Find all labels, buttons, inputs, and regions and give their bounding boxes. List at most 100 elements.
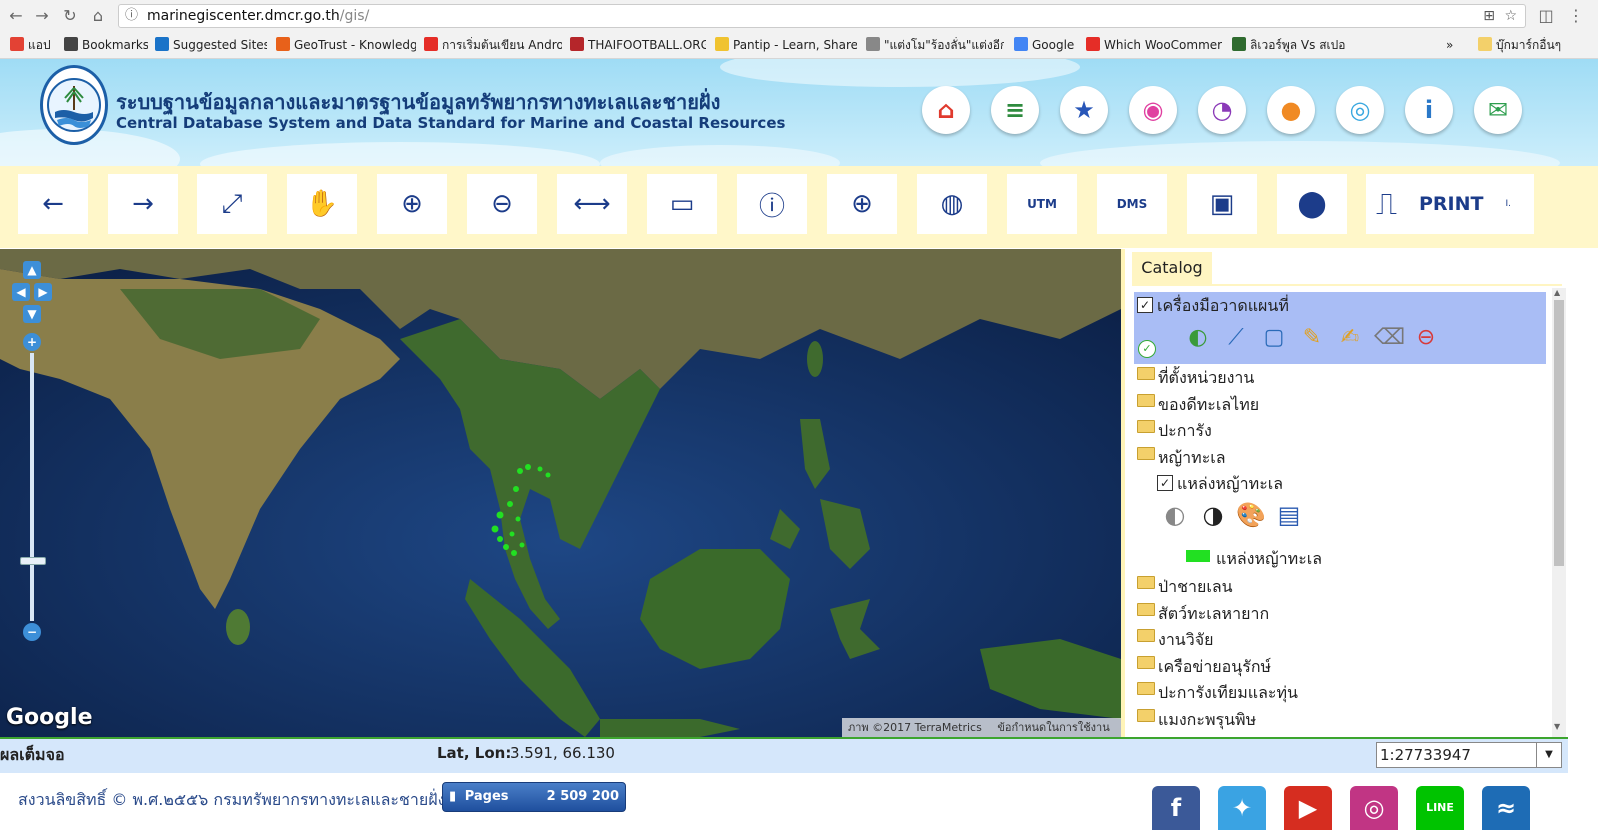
instagram-link[interactable]: ◎ xyxy=(1350,786,1398,830)
back-nav-icon[interactable]: ← xyxy=(6,6,26,26)
pan-hand-button[interactable]: ✋ xyxy=(287,174,357,234)
catalog-folder-item[interactable]: ปะการัง xyxy=(1137,419,1212,443)
draw-tools-checkbox[interactable]: ✓ xyxy=(1137,297,1153,313)
url-input[interactable]: ⓘ marinegiscenter.dmcr.go.th/gis/ ⊞ ☆ xyxy=(118,4,1526,28)
map-image-button[interactable]: ▣ xyxy=(1187,174,1257,234)
bookmark-item[interactable]: Bookmarks xyxy=(64,37,148,53)
catalog-folder-item[interactable]: ของดีทะเลไทย xyxy=(1137,393,1259,417)
zoom-slider-handle[interactable] xyxy=(20,557,46,565)
full-extent-button[interactable]: ⤢ xyxy=(197,174,267,234)
compass-button[interactable]: ◎ xyxy=(1336,86,1384,134)
youtube-link[interactable]: ▶ xyxy=(1284,786,1332,830)
bookmark-item[interactable]: Google xyxy=(1014,37,1078,53)
user-button[interactable]: ● xyxy=(1267,86,1315,134)
extension-icon[interactable]: ◫ xyxy=(1536,6,1556,26)
zoom-in-button[interactable]: + xyxy=(23,333,41,351)
opacity-up-icon[interactable]: ◑ xyxy=(1198,500,1228,530)
pan-right-icon[interactable]: ▶ xyxy=(34,283,52,301)
pan-left-icon[interactable]: ◀ xyxy=(12,283,30,301)
bookmark-star-icon[interactable]: ☆ xyxy=(1504,5,1517,27)
catalog-scrollbar-thumb[interactable] xyxy=(1554,300,1564,566)
bookmark-item[interactable]: Suggested Sites xyxy=(155,37,267,53)
scale-select[interactable]: 1:27733947 ▼ xyxy=(1376,742,1562,768)
home-nav-icon[interactable]: ⌂ xyxy=(88,6,108,26)
catalog-folder-item[interactable]: แมงกะพรุนพิษ xyxy=(1137,708,1256,732)
dolphin-icon: ≈ xyxy=(1495,794,1517,822)
layers-button[interactable]: ≡ xyxy=(991,86,1039,134)
catalog-folder-item[interactable]: เครือข่ายอนุรักษ์ xyxy=(1137,655,1271,679)
bookmark-item[interactable]: GeoTrust - Knowledg xyxy=(276,37,416,53)
info-button[interactable]: i xyxy=(1405,86,1453,134)
bookmark-item[interactable]: Which WooCommerc xyxy=(1086,37,1222,53)
bookmark-item[interactable]: THAIFOOTBALL.ORG xyxy=(570,37,706,53)
delete-icon[interactable]: ⊖ xyxy=(1412,324,1440,352)
identify-info-button[interactable]: ⓘ xyxy=(737,174,807,234)
reload-icon[interactable]: ↻ xyxy=(60,6,80,26)
catalog-tab[interactable]: Catalog xyxy=(1132,252,1212,284)
forward-nav-icon[interactable]: → xyxy=(32,6,52,26)
add-layer-globe-button[interactable]: ⊕ xyxy=(827,174,897,234)
zoom-out-button[interactable]: − xyxy=(23,623,41,641)
seagrass-sublayer-checkbox[interactable]: ✓ xyxy=(1157,475,1173,491)
bookmark-item[interactable]: แอป xyxy=(10,37,54,53)
dms-convert-button[interactable]: DMS xyxy=(1097,174,1167,234)
catalog-folder-item[interactable]: ที่ตั้งหน่วยงาน xyxy=(1137,366,1254,390)
bookmarks-overflow-button[interactable]: » xyxy=(1446,37,1460,53)
search-globe-button[interactable]: ◍ xyxy=(917,174,987,234)
draw-line-icon[interactable]: ⟋ xyxy=(1222,324,1250,352)
opacity-down-icon[interactable]: ◐ xyxy=(1160,500,1190,530)
other-bookmarks-button[interactable]: บุ๊กมาร์กอื่นๆ xyxy=(1478,37,1590,53)
catalog-folder-item[interactable]: ป่าชายเลน xyxy=(1137,575,1233,599)
catalog-folder-item[interactable]: หญ้าทะเล xyxy=(1137,446,1226,470)
scroll-up-icon[interactable]: ▲ xyxy=(1554,288,1560,297)
map-canvas[interactable]: Google ภาพ ©2017 TerraMetrics ข้อกำหนดใน… xyxy=(0,249,1121,737)
twitter-icon: ✦ xyxy=(1231,794,1253,822)
zoom-out-button[interactable]: ⊖ xyxy=(467,174,537,234)
chevron-down-icon[interactable]: ▼ xyxy=(1536,743,1561,767)
palette-icon[interactable]: 🎨 xyxy=(1236,500,1266,530)
bookmark-favicon-icon xyxy=(1232,37,1246,51)
pan-up-icon[interactable]: ▲ xyxy=(23,261,41,279)
draw-polygon-icon[interactable]: ▢ xyxy=(1260,324,1288,352)
pan-down-icon[interactable]: ▼ xyxy=(23,305,41,323)
line-link[interactable]: LINE xyxy=(1416,786,1464,830)
terms-link[interactable]: ข้อกำหนดในการใช้งาน xyxy=(997,721,1109,734)
bookmark-item[interactable]: ลิเวอร์พูล Vs สเปอร์ xyxy=(1232,37,1346,53)
location-pin-button[interactable]: ⬤ xyxy=(1277,174,1347,234)
document-icon[interactable]: ▤ xyxy=(1274,500,1304,530)
catalog-folder-item[interactable]: สัตว์ทะเลหายาก xyxy=(1137,602,1269,626)
bookmark-item[interactable]: การเริ่มต้นเขียน Androi xyxy=(424,37,562,53)
star-button[interactable]: ★ xyxy=(1060,86,1108,134)
back-arrow-button[interactable]: ← xyxy=(18,174,88,234)
translate-icon[interactable]: ⊞ xyxy=(1483,5,1495,27)
draw-tools-row[interactable]: ✓ เครื่องมือวาดแผนที่ xyxy=(1137,294,1289,318)
home-button[interactable]: ⌂ xyxy=(922,86,970,134)
bookmark-item[interactable]: Pantip - Learn, Share xyxy=(715,37,857,53)
mail-button[interactable]: ✉ xyxy=(1474,86,1522,134)
measure-area-button[interactable]: ▭ xyxy=(647,174,717,234)
draw-point-icon[interactable]: ◐ xyxy=(1184,324,1212,352)
catalog-folder-item[interactable]: ปะการังเทียมและทุ่น xyxy=(1137,681,1298,705)
draw-pencil-icon[interactable]: ✎ xyxy=(1298,324,1326,352)
zoom-in-button[interactable]: ⊕ xyxy=(377,174,447,234)
facebook-link[interactable]: f xyxy=(1152,786,1200,830)
twitter-link[interactable]: ✦ xyxy=(1218,786,1266,830)
forward-arrow-button[interactable]: → xyxy=(108,174,178,234)
measure-distance-button[interactable]: ⟷ xyxy=(557,174,627,234)
fullscreen-label[interactable]: ผลเต็มจอ xyxy=(0,743,65,768)
pin-button[interactable]: ◉ xyxy=(1129,86,1177,134)
dolphin-link[interactable]: ≈ xyxy=(1482,786,1530,830)
site-info-icon[interactable]: ⓘ xyxy=(125,5,138,27)
add-layer-globe-icon: ⊕ xyxy=(851,189,873,219)
zoom-slider-track[interactable] xyxy=(30,353,34,621)
scroll-down-icon[interactable]: ▼ xyxy=(1554,722,1560,731)
seagrass-sublayer-row[interactable]: ✓ แหล่งหญ้าทะเล xyxy=(1157,472,1283,496)
eraser-icon[interactable]: ⌫ xyxy=(1374,324,1405,352)
chart-button[interactable]: ◔ xyxy=(1198,86,1246,134)
edit-icon[interactable]: ✍ xyxy=(1336,324,1364,352)
browser-menu-icon[interactable]: ⋮ xyxy=(1566,6,1586,26)
bookmark-item[interactable]: "แต่งโม"ร้องลั่น"แต่งอีกๆ" xyxy=(866,37,1004,53)
utm-convert-button[interactable]: UTM xyxy=(1007,174,1077,234)
catalog-folder-item[interactable]: งานวิจัย xyxy=(1137,628,1213,652)
print-button[interactable]: ⎍ PRINT I. xyxy=(1366,174,1534,234)
